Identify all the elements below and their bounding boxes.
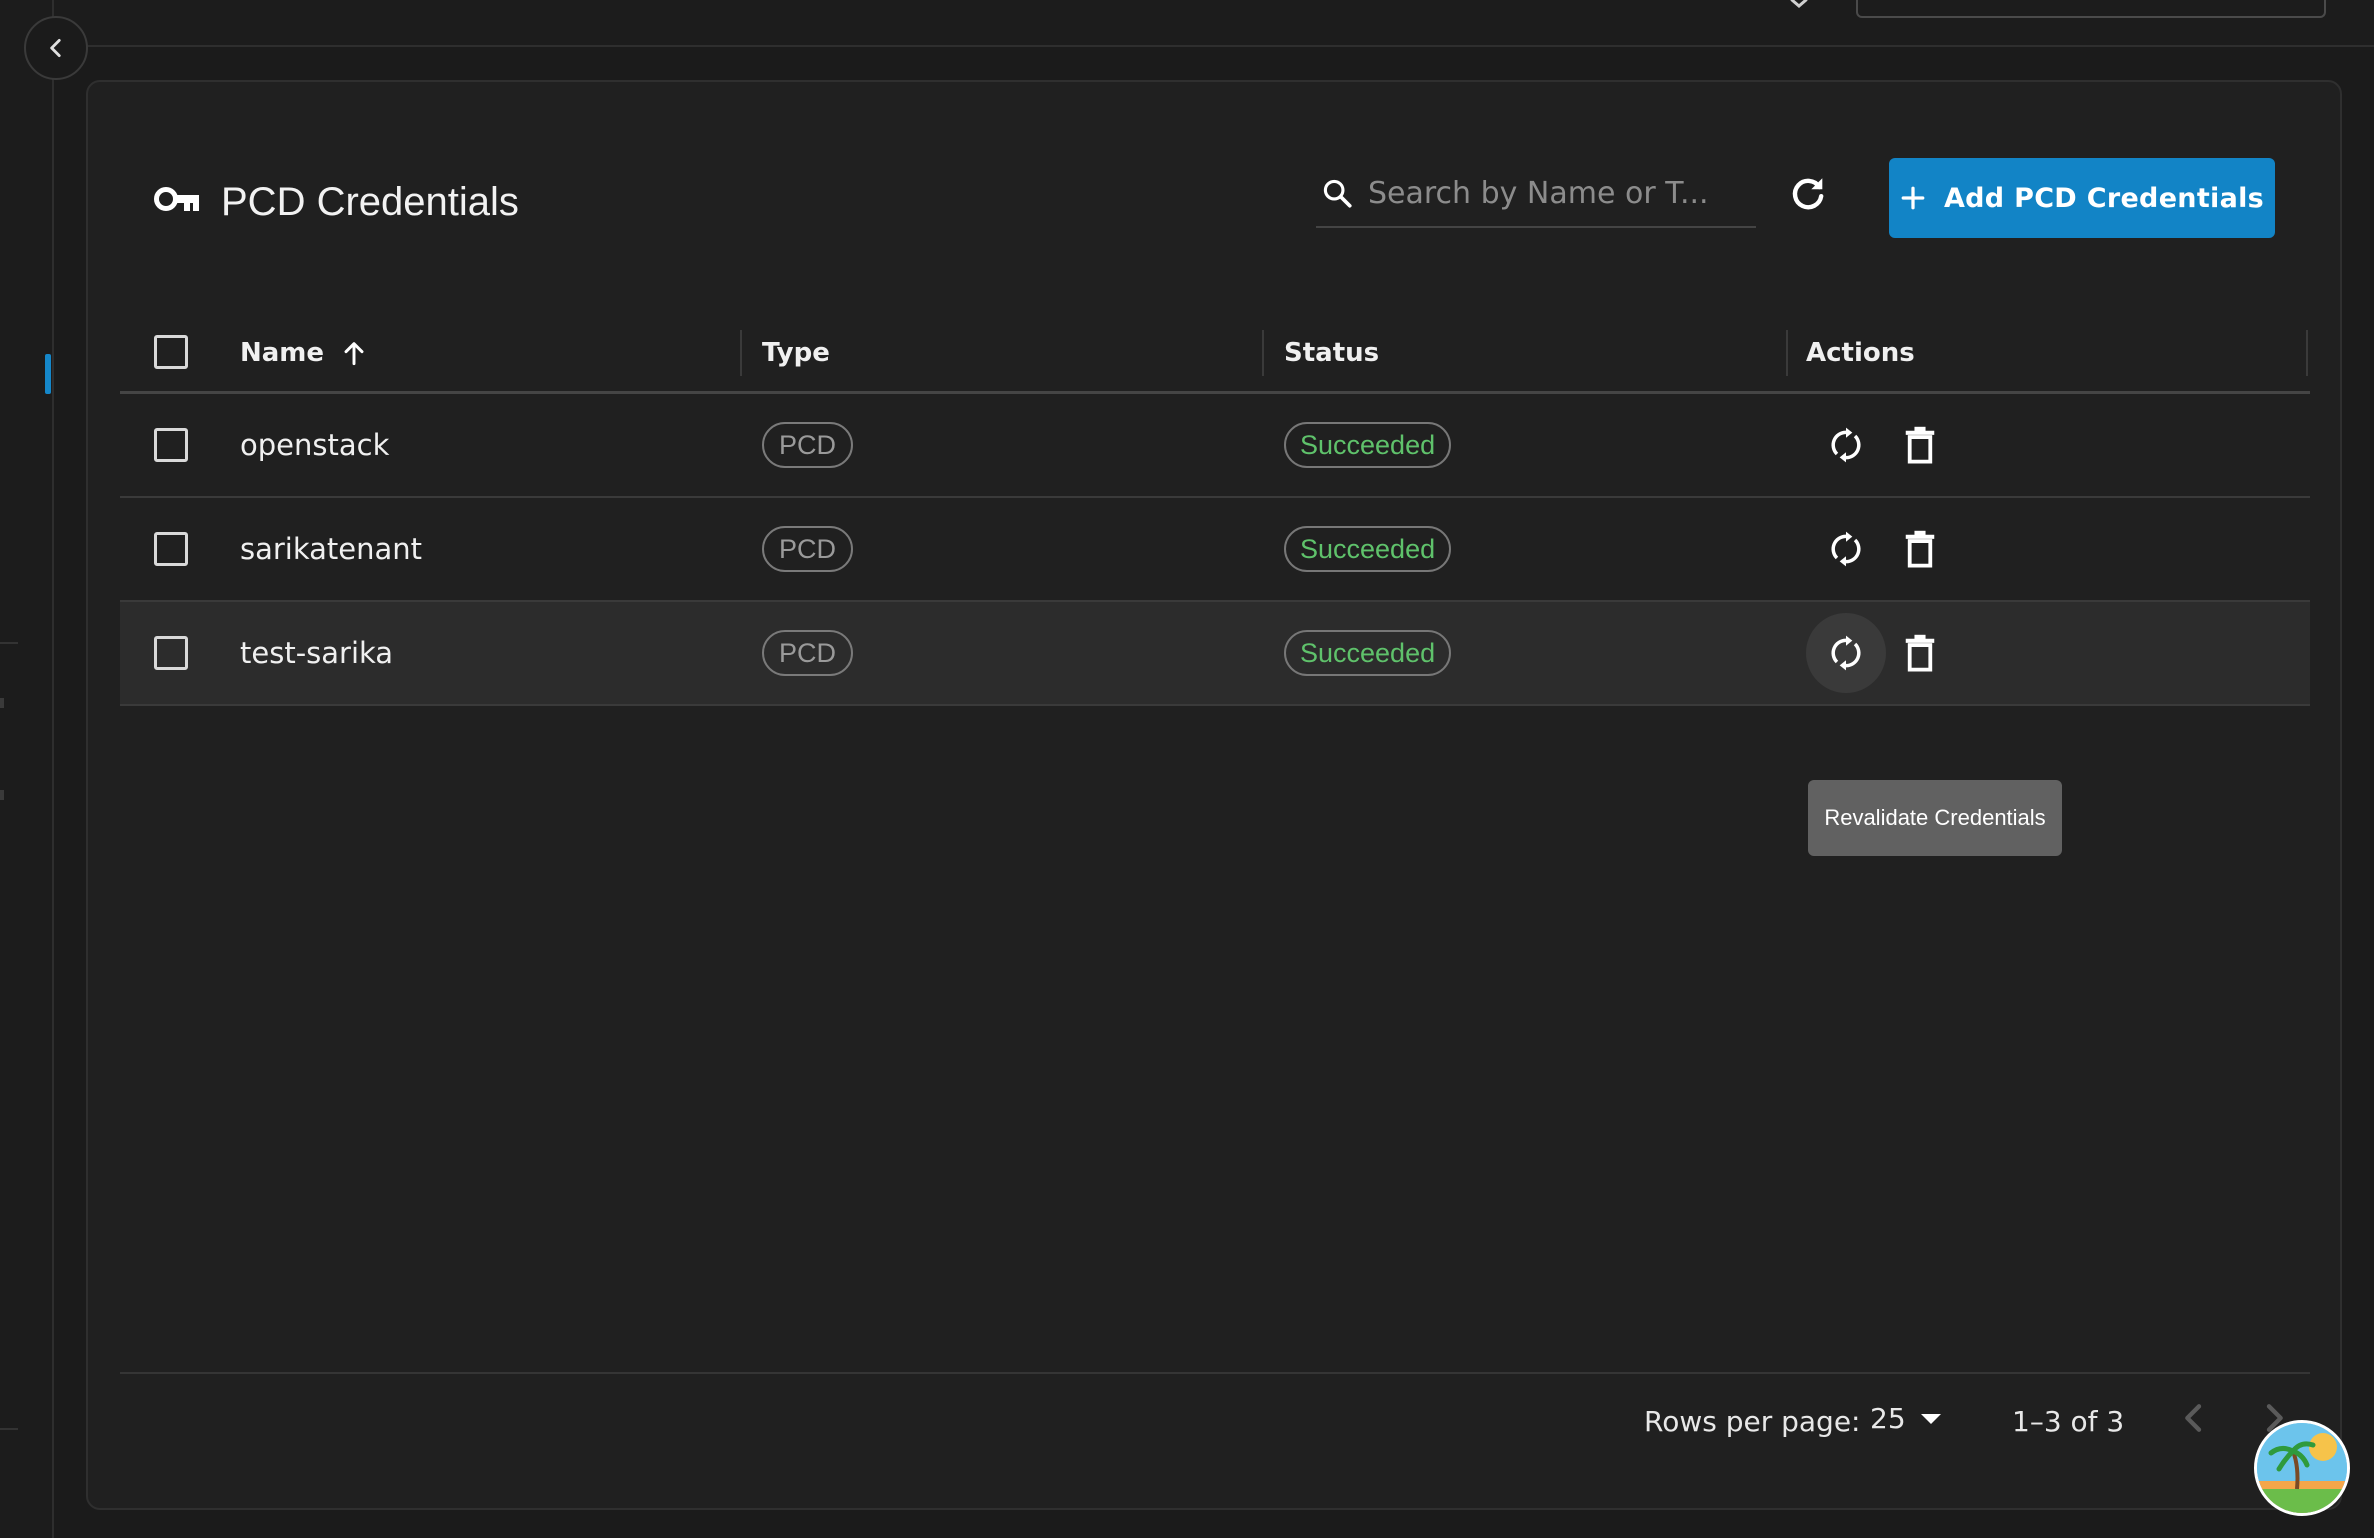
credential-name: openstack (240, 428, 390, 462)
nav-item-marker (0, 698, 4, 708)
rows-per-page-label: Rows per page: (1644, 1405, 1861, 1438)
select-all-checkbox[interactable] (154, 334, 188, 369)
pagination-range: 1–3 of 3 (2012, 1405, 2125, 1438)
status-badge: Succeeded (1284, 422, 1452, 468)
delete-button[interactable] (1890, 623, 1950, 683)
column-divider (1262, 330, 1264, 376)
nav-divider (0, 1428, 18, 1430)
sync-icon (1831, 427, 1861, 463)
column-header-name[interactable]: Name (240, 312, 370, 394)
beach-avatar-icon (2257, 1423, 2347, 1513)
previous-page-icon[interactable] (2174, 1398, 2214, 1438)
search-box[interactable] (1316, 160, 1756, 228)
top-bar (54, 0, 2374, 47)
sync-icon (1831, 635, 1861, 671)
nav-item-marker (0, 790, 4, 800)
revalidate-button[interactable] (1806, 405, 1886, 485)
revalidate-tooltip: Revalidate Credentials (1808, 780, 2062, 856)
top-bar-input[interactable] (1856, 0, 2326, 18)
credentials-table: Name Type Status Actions openstack PCD S… (120, 312, 2310, 706)
type-chip: PCD (762, 630, 854, 676)
sort-ascending-icon[interactable] (338, 337, 370, 369)
status-badge: Succeeded (1284, 630, 1452, 676)
type-chip: PCD (762, 422, 854, 468)
sync-icon (1831, 531, 1861, 567)
search-icon (1323, 179, 1352, 208)
trash-icon (1905, 530, 1935, 568)
user-avatar[interactable] (2254, 1420, 2350, 1516)
column-divider (1786, 330, 1788, 376)
collapse-sidebar-button[interactable] (24, 16, 88, 80)
delete-button[interactable] (1890, 415, 1950, 475)
add-credentials-button[interactable]: Add PCD Credentials (1889, 158, 2275, 238)
credentials-card: PCD Credentials Add PCD Credentials Name (86, 80, 2342, 1510)
chevron-left-icon (50, 39, 61, 57)
footer-divider (120, 1372, 2310, 1374)
table-row[interactable]: openstack PCD Succeeded (120, 394, 2310, 498)
trash-icon (1905, 426, 1935, 464)
delete-button[interactable] (1890, 519, 1950, 579)
row-checkbox[interactable] (154, 532, 188, 566)
credential-name: sarikatenant (240, 532, 423, 566)
nav-divider (0, 642, 18, 644)
column-divider (2306, 330, 2308, 376)
column-header-actions: Actions (1806, 338, 1915, 368)
column-divider (740, 330, 742, 376)
trash-icon (1905, 634, 1935, 672)
revalidate-button[interactable] (1806, 613, 1886, 693)
caret-down-icon (1920, 1413, 1941, 1424)
refresh-icon[interactable] (1786, 172, 1830, 216)
key-icon (154, 187, 199, 211)
add-credentials-label: Add PCD Credentials (1943, 182, 2265, 214)
column-header-type[interactable]: Type (762, 312, 830, 394)
chevron-down-icon[interactable] (1786, 0, 1812, 14)
search-input[interactable] (1366, 174, 1746, 212)
plus-icon (1901, 186, 1925, 210)
row-checkbox[interactable] (154, 636, 188, 670)
column-header-status[interactable]: Status (1284, 312, 1379, 394)
rows-per-page-value: 25 (1870, 1402, 1906, 1435)
revalidate-button[interactable] (1806, 509, 1886, 589)
rows-per-page-select[interactable]: 25 (1870, 1402, 1942, 1435)
type-chip: PCD (762, 526, 854, 572)
status-badge: Succeeded (1284, 526, 1452, 572)
table-header: Name Type Status Actions (120, 312, 2310, 394)
left-nav-rail (0, 0, 54, 1538)
page-title: PCD Credentials (221, 180, 519, 224)
table-row[interactable]: sarikatenant PCD Succeeded (120, 498, 2310, 602)
nav-active-indicator (45, 354, 51, 394)
table-row[interactable]: test-sarika PCD Succeeded (120, 602, 2310, 706)
row-checkbox[interactable] (154, 428, 188, 462)
credential-name: test-sarika (240, 636, 394, 670)
